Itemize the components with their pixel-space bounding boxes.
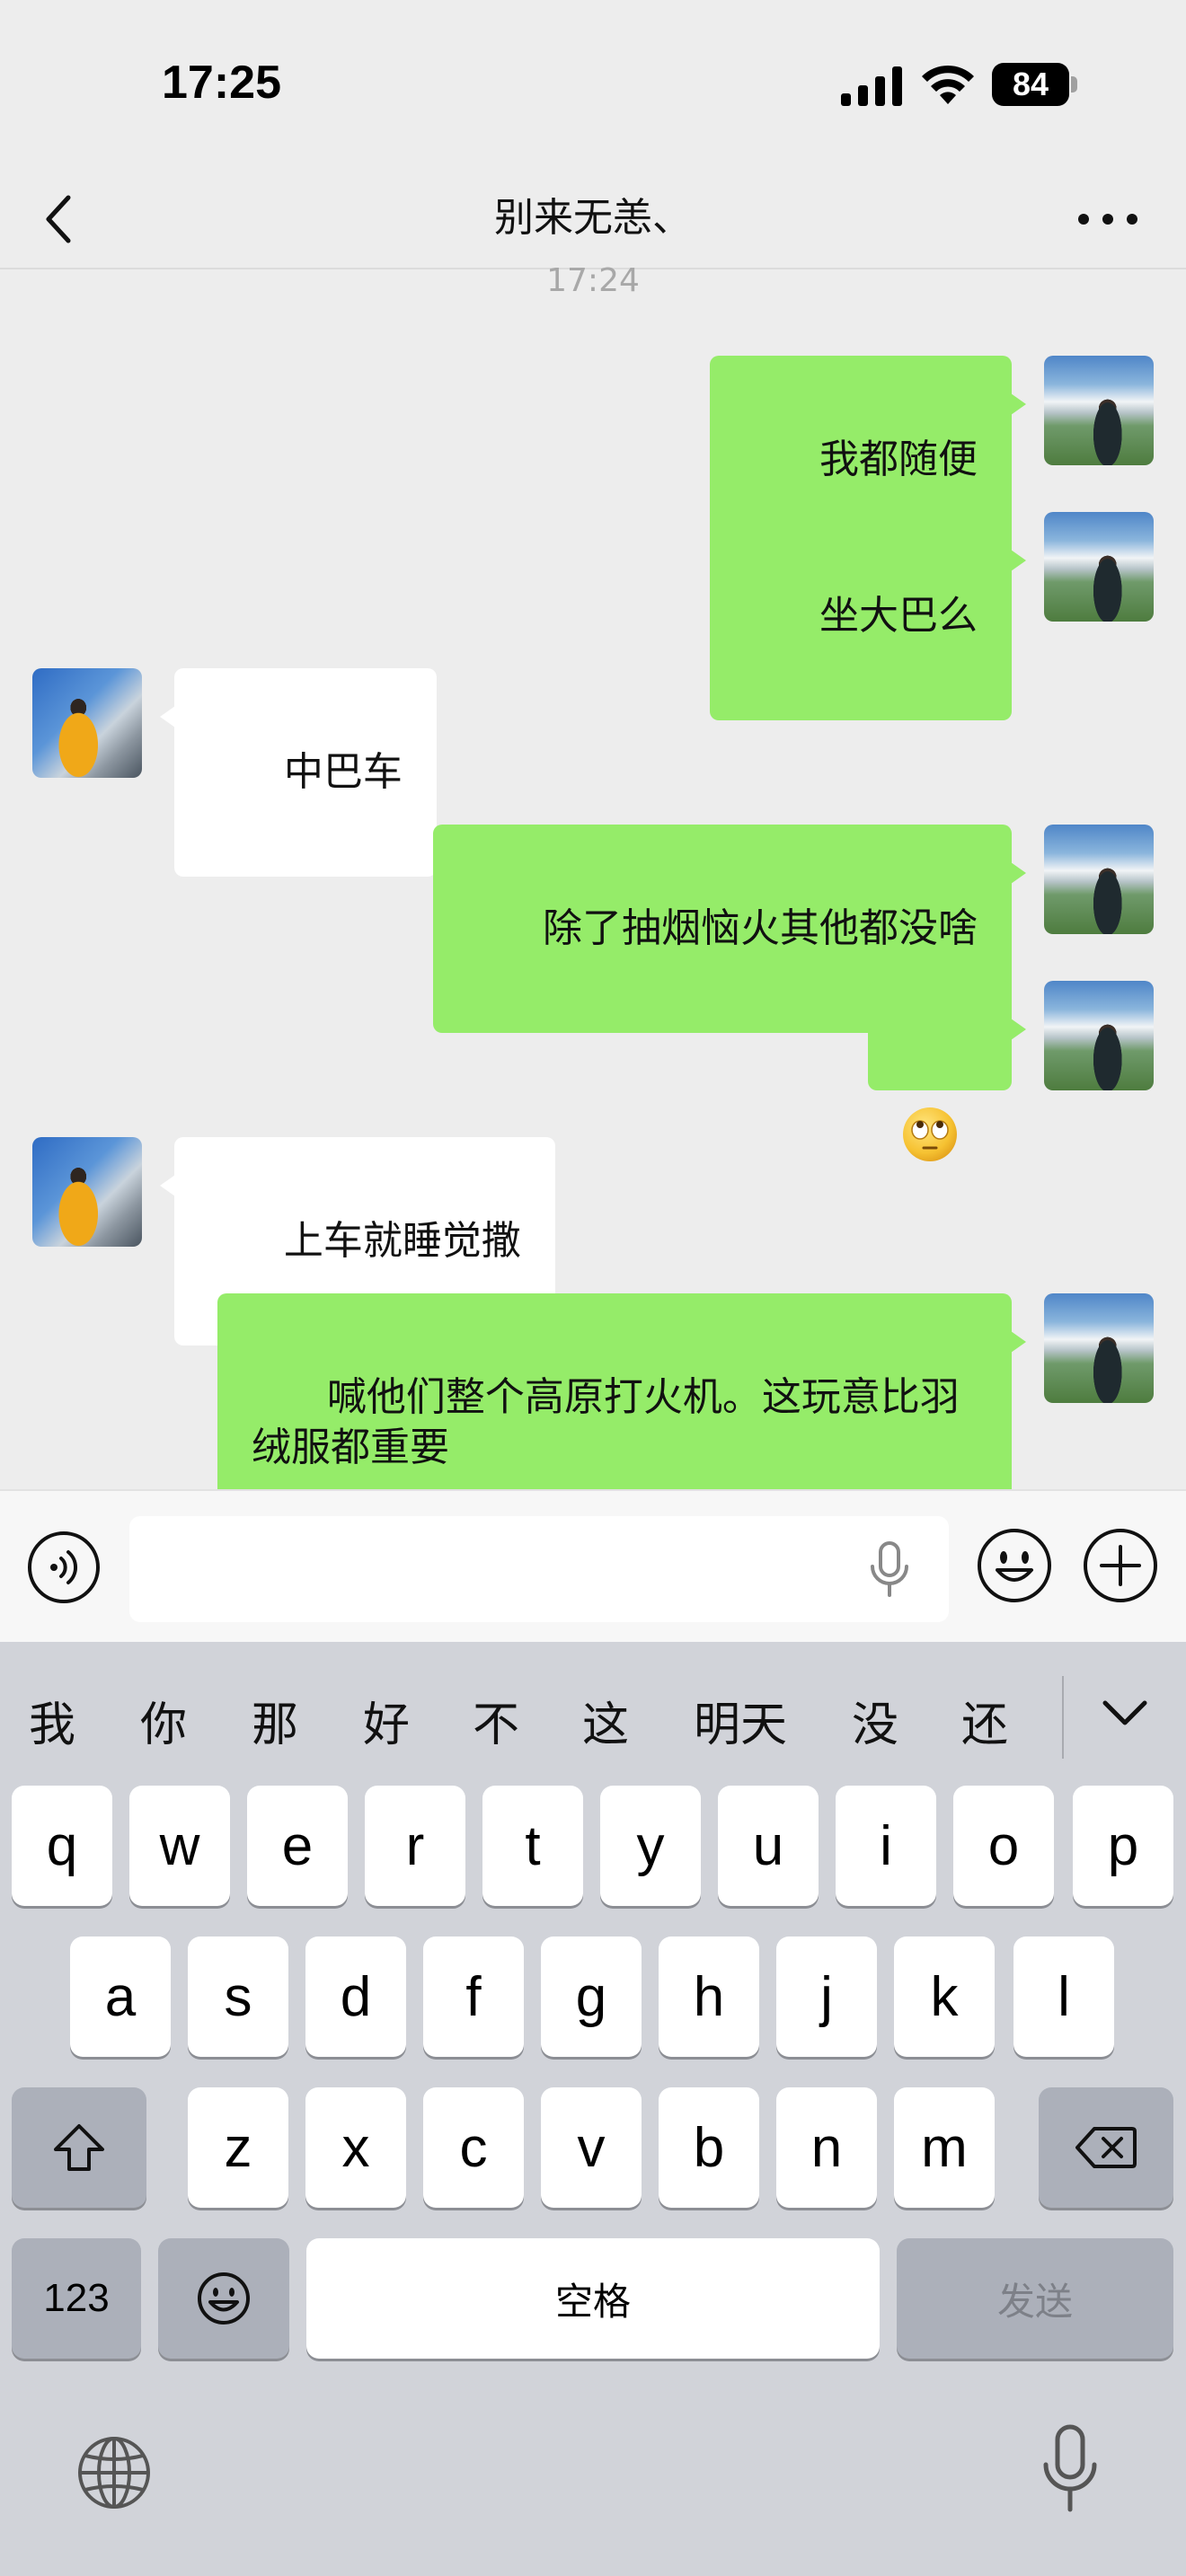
message-text: 坐大巴么 (819, 593, 978, 639)
candidate-word[interactable]: 我 (29, 1687, 75, 1754)
status-time: 17:25 (162, 57, 281, 109)
key-q[interactable]: q (12, 1786, 112, 1906)
message-row-received: 中巴车 (0, 668, 1186, 877)
message-list[interactable]: 我都随便 坐大巴么 中巴车 除了抽烟恼火其他都没啥 上车就睡觉撒 喊他们整个高原… (0, 269, 1186, 1489)
candidate-word[interactable]: 好 (363, 1687, 410, 1754)
key-j[interactable]: j (776, 1936, 877, 2057)
key-r[interactable]: r (365, 1786, 465, 1906)
wifi-icon (922, 65, 974, 104)
shift-key[interactable] (12, 2087, 146, 2208)
key-v[interactable]: v (541, 2087, 642, 2208)
key-i[interactable]: i (836, 1786, 936, 1906)
status-bar: 17:25 84 (0, 0, 1186, 171)
my-avatar[interactable] (1044, 356, 1154, 465)
key-w[interactable]: w (129, 1786, 230, 1906)
candidate-divider (1062, 1676, 1064, 1759)
message-text: 喊他们整个高原打火机。这玩意比羽 绒服都重要 (252, 1374, 960, 1470)
candidate-word[interactable]: 明天 (694, 1687, 787, 1754)
key-b[interactable]: b (659, 2087, 759, 2208)
microphone-icon[interactable] (868, 1541, 911, 1597)
emoji-icon[interactable] (976, 1527, 1053, 1604)
candidate-word[interactable]: 不 (473, 1687, 519, 1754)
sent-message-bubble[interactable]: 喊他们整个高原打火机。这玩意比羽 绒服都重要 (217, 1293, 1026, 1489)
emoji-keyboard-icon (198, 2272, 250, 2325)
globe-icon[interactable] (75, 2434, 153, 2511)
key-h[interactable]: h (659, 1936, 759, 2057)
key-e[interactable]: e (247, 1786, 348, 1906)
dictation-microphone-icon[interactable] (1040, 2423, 1100, 2517)
battery-level: 84 (1012, 66, 1049, 102)
keyboard: 我 你 那 好 不 这 明天 没 还 q w e r t y u i o p a… (0, 1642, 1186, 2576)
candidate-word[interactable]: 你 (140, 1687, 187, 1754)
message-input[interactable] (129, 1516, 949, 1622)
plus-icon[interactable] (1082, 1527, 1159, 1604)
back-chevron-icon[interactable] (36, 183, 81, 255)
key-o[interactable]: o (953, 1786, 1054, 1906)
key-k[interactable]: k (894, 1936, 995, 2057)
sent-message-bubble[interactable] (868, 981, 1026, 1161)
backspace-icon (1075, 2127, 1137, 2168)
more-options-icon[interactable] (1075, 203, 1141, 235)
candidate-bar: 我 你 那 好 不 这 明天 没 还 (0, 1642, 1186, 1777)
numbers-key[interactable]: 123 (12, 2238, 141, 2359)
key-p[interactable]: p (1073, 1786, 1173, 1906)
key-n[interactable]: n (776, 2087, 877, 2208)
key-y[interactable]: y (600, 1786, 701, 1906)
candidate-word[interactable]: 那 (252, 1687, 298, 1754)
my-avatar[interactable] (1044, 512, 1154, 622)
key-u[interactable]: u (718, 1786, 819, 1906)
message-row-sent: 坐大巴么 (0, 512, 1186, 720)
candidate-word[interactable]: 还 (961, 1687, 1008, 1754)
candidate-word[interactable]: 这 (582, 1687, 629, 1754)
message-text: 我都随便 (819, 437, 978, 482)
key-m[interactable]: m (894, 2087, 995, 2208)
candidate-word[interactable]: 没 (852, 1687, 898, 1754)
cellular-signal-icon (841, 66, 902, 106)
my-avatar[interactable] (1044, 825, 1154, 934)
key-s[interactable]: s (188, 1936, 288, 2057)
message-row-sent: 除了抽烟恼火其他都没啥 (0, 825, 1186, 1033)
key-x[interactable]: x (305, 2087, 406, 2208)
message-text: 除了抽烟恼火其他都没啥 (543, 905, 978, 951)
my-avatar[interactable] (1044, 981, 1154, 1090)
chat-input-bar (0, 1489, 1186, 1642)
key-a[interactable]: a (70, 1936, 171, 2057)
message-text: 中巴车 (283, 749, 403, 795)
my-avatar[interactable] (1044, 1293, 1154, 1403)
chat-title: 别来无恙、 (494, 195, 692, 241)
key-t[interactable]: t (482, 1786, 583, 1906)
voice-input-icon[interactable] (27, 1531, 101, 1604)
key-f[interactable]: f (423, 1936, 524, 2057)
emoji-key[interactable] (158, 2238, 289, 2359)
key-g[interactable]: g (541, 1936, 642, 2057)
backspace-key[interactable] (1039, 2087, 1173, 2208)
space-key[interactable]: 空格 (306, 2238, 880, 2359)
message-row-sent: 我都随便 (0, 356, 1186, 564)
key-d[interactable]: d (305, 1936, 406, 2057)
message-text: 上车就睡觉撒 (283, 1218, 521, 1264)
message-row-received: 上车就睡觉撒 (0, 1137, 1186, 1345)
key-l[interactable]: l (1013, 1936, 1114, 2057)
battery-icon: 84 (992, 63, 1078, 106)
send-key[interactable]: 发送 (897, 2238, 1173, 2359)
chat-header: 别来无恙、 (0, 171, 1186, 269)
shift-icon (54, 2124, 104, 2171)
message-row-sent (0, 981, 1186, 1161)
key-z[interactable]: z (188, 2087, 288, 2208)
contact-avatar[interactable] (32, 1137, 142, 1247)
key-c[interactable]: c (423, 2087, 524, 2208)
chevron-down-icon[interactable] (1100, 1696, 1150, 1732)
message-row-sent: 喊他们整个高原打火机。这玩意比羽 绒服都重要 (0, 1293, 1186, 1489)
contact-avatar[interactable] (32, 668, 142, 778)
